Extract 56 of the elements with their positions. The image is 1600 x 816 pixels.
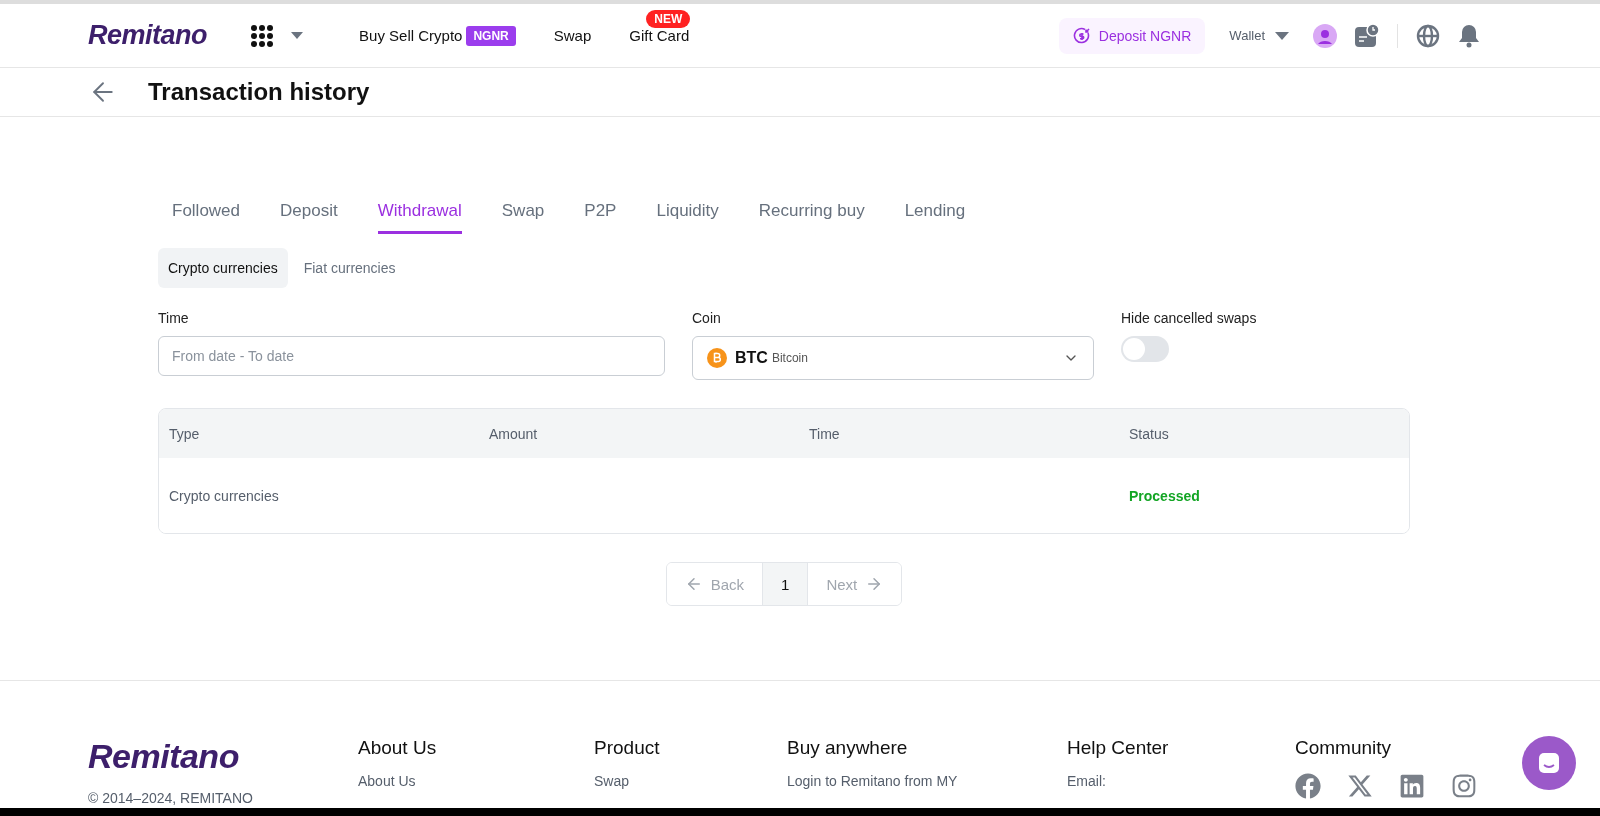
tab[interactable]: Deposit	[280, 195, 338, 234]
currency-tag: NGNR	[466, 25, 516, 46]
globe-icon[interactable]	[1416, 23, 1440, 48]
subtab[interactable]: Fiat currencies	[293, 248, 406, 288]
footer-link[interactable]: About Us	[358, 773, 594, 789]
footer-heading: About Us	[358, 737, 438, 759]
tab[interactable]: Recurring buy	[758, 195, 865, 234]
tab[interactable]: Liquidity	[656, 195, 719, 234]
column-header: Type	[169, 425, 201, 442]
page-title: Transaction history	[148, 78, 370, 106]
subtab[interactable]: Crypto currencies	[158, 248, 288, 288]
tab[interactable]: Withdrawal	[377, 195, 462, 234]
facebook-icon[interactable]	[1295, 773, 1321, 799]
wallet-menu[interactable]: Wallet	[1223, 28, 1295, 43]
footer-heading: Buy anywhere	[787, 737, 909, 759]
footer-heading: Product	[594, 737, 661, 759]
footer-heading: Help Center	[1067, 737, 1170, 759]
footer-heading: Community	[1295, 737, 1393, 759]
date-range-field[interactable]: From date - To date	[158, 336, 665, 376]
logo[interactable]: Remitano	[88, 20, 208, 51]
footer-logo[interactable]: Remitano	[88, 737, 358, 776]
dollar-coin-icon	[1072, 26, 1091, 45]
bell-icon[interactable]	[1458, 23, 1480, 48]
column-header: Amount	[489, 425, 539, 442]
chat-button[interactable]	[1522, 736, 1576, 790]
tab[interactable]: Swap	[501, 195, 545, 234]
tab[interactable]: Followed	[172, 195, 241, 234]
history-card-icon[interactable]	[1355, 23, 1379, 48]
status-text: Processed	[1129, 487, 1201, 504]
field-label: Time	[158, 310, 190, 326]
instagram-icon[interactable]	[1451, 773, 1477, 799]
footer-link[interactable]: Swap	[594, 773, 787, 789]
coin-select[interactable]: BTC Bitcoin	[692, 336, 1094, 380]
footer-link[interactable]: Email:	[1067, 773, 1295, 789]
linkedin-icon[interactable]	[1399, 773, 1425, 799]
copyright-text: © 2014–2024, REMITANO	[88, 790, 254, 806]
nav-link[interactable]: Gift Card	[629, 27, 690, 44]
nav-link[interactable]: Swap	[553, 27, 592, 44]
chat-icon	[1537, 751, 1561, 775]
footer-link[interactable]: Login to Remitano from MY	[787, 773, 1067, 789]
field-label: Coin	[692, 310, 722, 326]
table-cell-text: Crypto currencies	[169, 487, 280, 504]
tab[interactable]: Lending	[904, 195, 966, 234]
caret-icon	[1275, 31, 1289, 40]
column-header: Time	[809, 425, 841, 442]
bitcoin-icon	[707, 348, 727, 368]
tab[interactable]: P2P	[584, 195, 617, 234]
toggle-switch[interactable]	[1121, 336, 1169, 362]
deposit-button[interactable]: Deposit NGNR	[1058, 17, 1206, 54]
x-icon[interactable]	[1347, 773, 1373, 799]
nav-link[interactable]: Buy Sell Crypto NGNR	[359, 25, 516, 46]
new-badge: NEW	[646, 10, 691, 28]
column-header: Status	[1129, 425, 1170, 442]
avatar-icon[interactable]	[1313, 23, 1337, 48]
page-button[interactable]: 1	[762, 563, 808, 605]
field-label: Hide cancelled swaps	[1121, 310, 1258, 326]
